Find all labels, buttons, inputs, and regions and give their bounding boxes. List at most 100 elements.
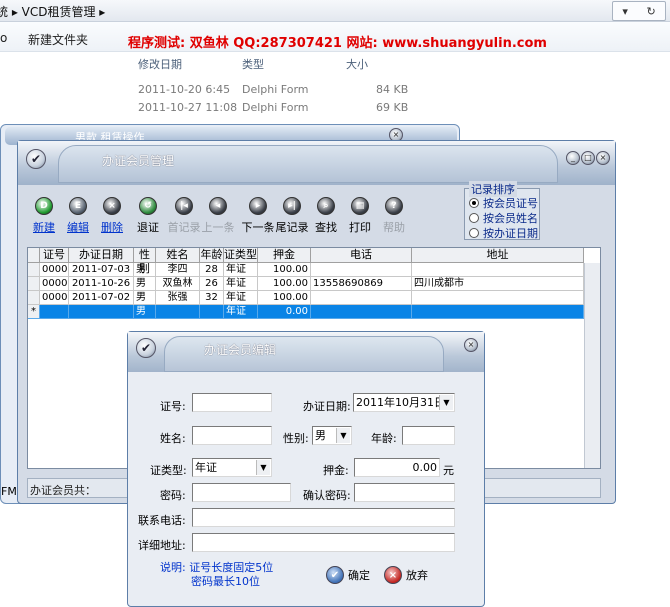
delete-button[interactable]: × 删除 xyxy=(94,197,130,241)
age-input[interactable] xyxy=(402,426,455,445)
table-cell[interactable]: 2011-07-03 xyxy=(69,263,134,277)
table-cell[interactable]: 100.00 xyxy=(258,291,311,305)
grid-header-8[interactable]: 地址 xyxy=(412,248,584,263)
table-cell[interactable]: 男 xyxy=(134,277,156,291)
card-type-select[interactable]: 年证 ▼ xyxy=(192,458,272,477)
table-cell[interactable]: 张强 xyxy=(156,291,200,305)
grid-header-7[interactable]: 电话 xyxy=(311,248,412,263)
deposit-input[interactable]: 0.00 xyxy=(354,458,440,477)
radio-icon xyxy=(469,198,479,208)
table-cell[interactable]: 四川成都市 xyxy=(412,277,584,291)
table-cell[interactable]: 00002 xyxy=(40,277,69,291)
delete-label: 删除 xyxy=(101,221,123,234)
sort-by-id-radio[interactable]: 按会员证号 xyxy=(469,195,538,211)
table-cell[interactable] xyxy=(40,305,69,319)
grid-header-2[interactable]: 性别 xyxy=(134,248,156,275)
column-header-date[interactable]: 修改日期 xyxy=(138,56,182,72)
table-cell[interactable]: 男 xyxy=(134,263,156,277)
table-cell[interactable]: 年证 xyxy=(224,263,258,277)
first-button[interactable]: |◂ 首记录 xyxy=(166,197,202,241)
main-titlebar: ✔ 办证会员管理 _ □ × xyxy=(18,141,615,185)
table-cell[interactable] xyxy=(156,305,200,319)
table-cell[interactable]: 13558690869 xyxy=(311,277,412,291)
exit-button[interactable]: ↺ 退证 xyxy=(130,197,166,241)
radio-icon xyxy=(469,213,479,223)
table-cell[interactable]: 26 xyxy=(200,277,224,291)
table-cell[interactable]: 男 xyxy=(134,291,156,305)
table-cell[interactable]: 年证 xyxy=(224,305,258,319)
toolbar-item-fragment[interactable]: o xyxy=(0,31,7,45)
chevron-down-icon[interactable]: ▼ xyxy=(256,460,270,475)
dropdown-arrow-icon[interactable]: ▾ xyxy=(622,5,628,18)
edit-button[interactable]: E 编辑 xyxy=(60,197,96,241)
table-cell[interactable]: 双鱼林 xyxy=(156,277,200,291)
table-cell[interactable]: 28 xyxy=(200,263,224,277)
table-cell[interactable] xyxy=(200,305,224,319)
find-button[interactable]: ⌕ 查找 xyxy=(308,197,344,241)
table-cell[interactable]: 32 xyxy=(200,291,224,305)
date-picker[interactable]: 2011年10月31日 ▼ xyxy=(353,393,455,412)
table-cell[interactable]: 男 xyxy=(134,305,156,319)
table-cell[interactable] xyxy=(412,263,584,277)
sort-groupbox: 记录排序 按会员证号 按会员姓名 按办证日期 xyxy=(464,181,540,241)
grid-header-4[interactable]: 年龄 xyxy=(200,248,224,263)
chevron-down-icon[interactable]: ▼ xyxy=(336,428,350,443)
prev-button[interactable]: ◂ 上一条 xyxy=(200,197,236,241)
table-cell[interactable] xyxy=(311,263,412,277)
gender-select[interactable]: 男 ▼ xyxy=(312,426,352,445)
table-cell[interactable]: 00005 xyxy=(40,291,69,305)
table-cell[interactable]: 100.00 xyxy=(258,263,311,277)
help-button[interactable]: ? 帮助 xyxy=(376,197,412,241)
window-title: 办证会员管理 xyxy=(102,154,175,168)
grid-header-1[interactable]: 办证日期 xyxy=(69,248,134,263)
grid-header-6[interactable]: 押金 xyxy=(258,248,311,263)
grid-header-5[interactable]: 证类型 xyxy=(224,248,258,263)
name-input[interactable] xyxy=(192,426,272,445)
last-button[interactable]: ▸| 尾记录 xyxy=(274,197,310,241)
table-cell[interactable]: 年证 xyxy=(224,291,258,305)
column-header-size[interactable]: 大小 xyxy=(346,56,368,72)
next-button[interactable]: ▸ 下一条 xyxy=(240,197,276,241)
table-cell[interactable]: 100.00 xyxy=(258,277,311,291)
table-cell[interactable] xyxy=(412,305,584,319)
explorer-nav-buttons: ▾ ↻ xyxy=(612,1,666,21)
column-header-type[interactable]: 类型 xyxy=(242,56,264,72)
close-icon[interactable]: × xyxy=(596,151,610,165)
file-row[interactable]: 2011-10-20 6:45 Delphi Form 84 KB xyxy=(138,83,458,101)
table-cell[interactable]: 00001 xyxy=(40,263,69,277)
cancel-button[interactable]: × 放弃 xyxy=(384,564,428,586)
table-cell[interactable] xyxy=(69,305,134,319)
refresh-icon[interactable]: ↻ xyxy=(646,5,655,18)
minimize-icon[interactable]: _ xyxy=(566,151,580,165)
sort-by-name-radio[interactable]: 按会员姓名 xyxy=(469,210,538,226)
table-cell[interactable]: 年证 xyxy=(224,277,258,291)
close-icon[interactable]: × xyxy=(464,338,478,352)
confirm-password-input[interactable] xyxy=(354,483,455,502)
password-input[interactable] xyxy=(192,483,291,502)
print-button[interactable]: ▤ 打印 xyxy=(342,197,378,241)
table-cell[interactable]: 0.00 xyxy=(258,305,311,319)
table-cell[interactable] xyxy=(311,305,412,319)
phone-input[interactable] xyxy=(192,508,455,527)
table-cell[interactable] xyxy=(412,291,584,305)
vertical-scrollbar[interactable] xyxy=(584,263,600,468)
address-input[interactable] xyxy=(192,533,455,552)
table-cell[interactable]: 李四 xyxy=(156,263,200,277)
grid-header-3[interactable]: 姓名 xyxy=(156,248,200,263)
maximize-icon[interactable]: □ xyxy=(581,151,595,165)
breadcrumb[interactable]: 统 ▸ VCD租赁管理 ▸ xyxy=(0,3,105,20)
chevron-down-icon[interactable]: ▼ xyxy=(439,395,453,410)
table-cell[interactable]: 2011-10-26 xyxy=(69,277,134,291)
new-folder-button[interactable]: 新建文件夹 xyxy=(28,31,88,48)
sort-by-date-radio[interactable]: 按办证日期 xyxy=(469,225,538,241)
deposit-unit: 元 xyxy=(443,464,454,477)
edit-label: 编辑 xyxy=(67,221,89,234)
grid-header-0[interactable]: 证号 xyxy=(40,248,69,263)
row-indicator xyxy=(28,277,40,291)
confirm-button[interactable]: ✔ 确定 xyxy=(326,564,370,586)
table-cell[interactable] xyxy=(311,291,412,305)
new-button[interactable]: D 新建 xyxy=(26,197,62,241)
table-cell[interactable]: 2011-07-02 xyxy=(69,291,134,305)
file-row[interactable]: 2011-10-27 11:08 Delphi Form 69 KB xyxy=(138,101,458,119)
card-no-input[interactable] xyxy=(192,393,272,412)
